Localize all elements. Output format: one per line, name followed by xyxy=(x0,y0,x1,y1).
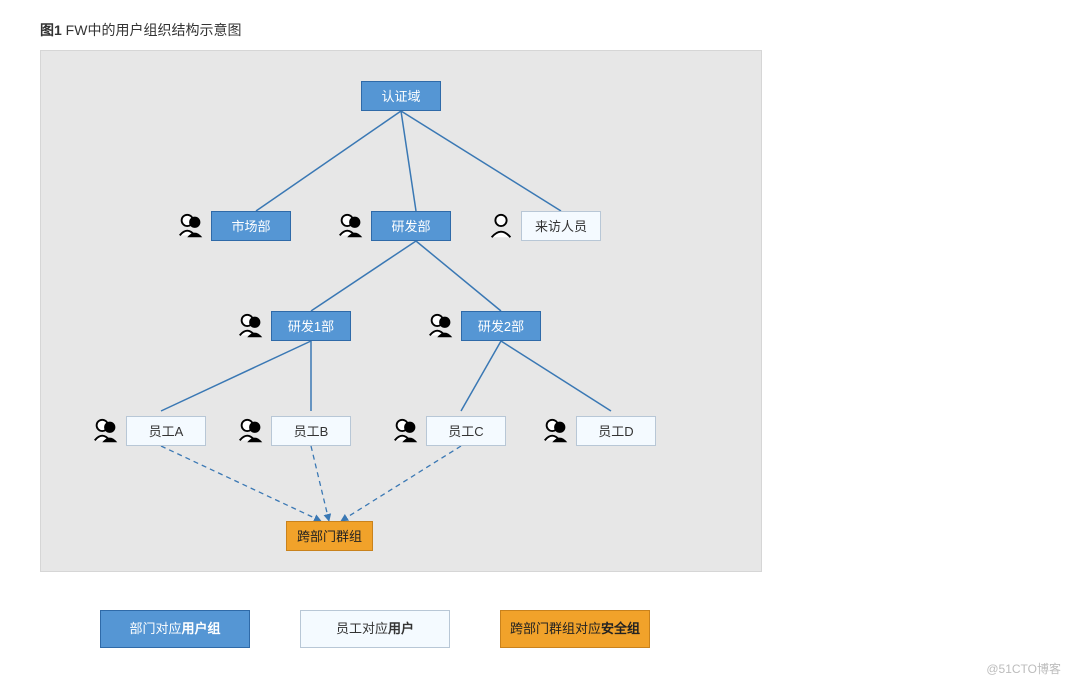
person-icon xyxy=(391,416,421,446)
person-icon xyxy=(91,416,121,446)
node-crossgrp: 跨部门群组 xyxy=(286,521,373,551)
node-empA-label: 员工A xyxy=(149,424,184,439)
people-icon xyxy=(336,211,366,241)
node-rd: 研发部 xyxy=(371,211,451,241)
people-icon xyxy=(176,211,206,241)
node-visitor: 来访人员 xyxy=(521,211,601,241)
node-crossgrp-label: 跨部门群组 xyxy=(297,529,362,544)
node-empB-label: 员工B xyxy=(294,424,329,439)
node-rd-label: 研发部 xyxy=(391,219,430,234)
node-rd2-label: 研发2部 xyxy=(478,319,524,334)
legend-group-bold: 安全组 xyxy=(601,621,640,636)
legend-user-bold: 用户 xyxy=(388,621,414,636)
diagram-frame: 认证域 市场部 研发部 来访人员 研发1部 研发2部 员工A 员工B 员工C 员… xyxy=(40,50,762,572)
person-icon xyxy=(236,416,266,446)
node-rd1-label: 研发1部 xyxy=(288,319,334,334)
watermark: @51CTO博客 xyxy=(986,660,1061,677)
node-empC: 员工C xyxy=(426,416,506,446)
person-icon xyxy=(486,211,516,241)
legend: 部门对应用户组 员工对应用户 跨部门群组对应安全组 xyxy=(100,610,650,648)
node-root-label: 认证域 xyxy=(381,89,420,104)
legend-group-pre: 跨部门群组对应 xyxy=(510,621,601,636)
legend-user-pre: 员工对应 xyxy=(336,621,388,636)
node-empA: 员工A xyxy=(126,416,206,446)
node-marketing: 市场部 xyxy=(211,211,291,241)
node-rd1: 研发1部 xyxy=(271,311,351,341)
people-icon xyxy=(426,311,456,341)
node-empC-label: 员工C xyxy=(448,424,483,439)
node-empD: 员工D xyxy=(576,416,656,446)
legend-group: 跨部门群组对应安全组 xyxy=(500,610,650,648)
figure-caption-text: FW中的用户组织结构示意图 xyxy=(62,22,242,38)
legend-dept: 部门对应用户组 xyxy=(100,610,250,648)
people-icon xyxy=(236,311,266,341)
node-empD-label: 员工D xyxy=(598,424,633,439)
person-icon xyxy=(541,416,571,446)
diagram-lines xyxy=(41,51,761,571)
node-root: 认证域 xyxy=(361,81,441,111)
node-marketing-label: 市场部 xyxy=(231,219,270,234)
legend-dept-bold: 用户组 xyxy=(182,621,221,636)
legend-dept-pre: 部门对应 xyxy=(129,621,181,636)
figure-caption-prefix: 图1 xyxy=(40,22,62,38)
node-rd2: 研发2部 xyxy=(461,311,541,341)
legend-user: 员工对应用户 xyxy=(300,610,450,648)
figure-caption: 图1 FW中的用户组织结构示意图 xyxy=(40,20,1031,40)
node-visitor-label: 来访人员 xyxy=(535,219,587,234)
node-empB: 员工B xyxy=(271,416,351,446)
